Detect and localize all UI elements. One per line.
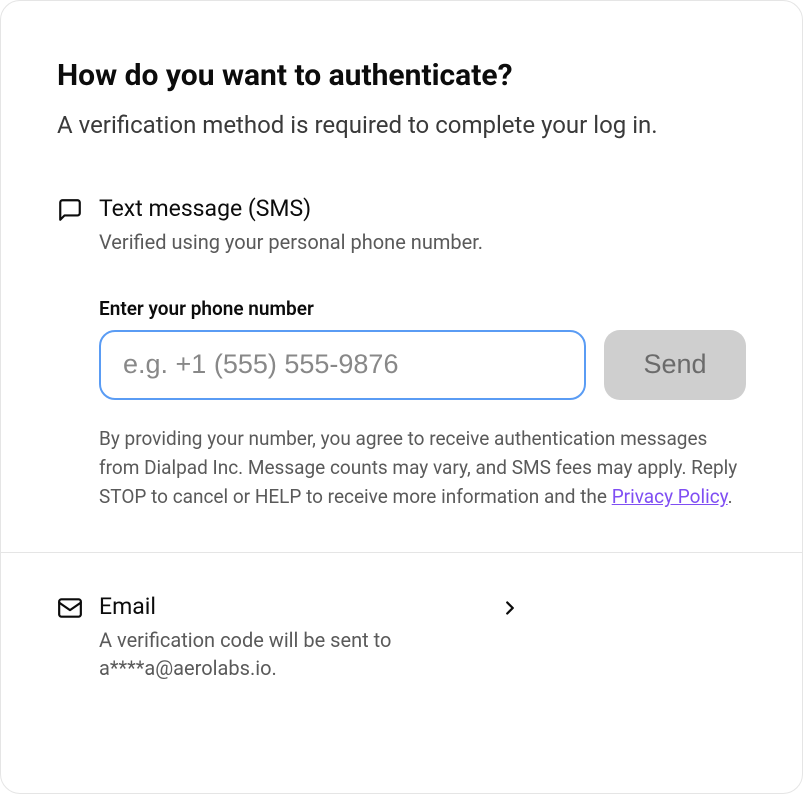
divider bbox=[1, 552, 802, 553]
privacy-policy-link[interactable]: Privacy Policy bbox=[612, 485, 728, 508]
mail-icon bbox=[57, 593, 99, 625]
sms-option-description: Verified using your personal phone numbe… bbox=[99, 228, 746, 257]
email-option-title: Email bbox=[99, 593, 499, 620]
email-option-description: A verification code will be sent to a***… bbox=[99, 626, 499, 682]
email-option[interactable]: Email A verification code will be sent t… bbox=[57, 593, 746, 682]
sms-option: Text message (SMS) Verified using your p… bbox=[57, 195, 746, 512]
send-button[interactable]: Send bbox=[604, 330, 746, 400]
auth-method-card: How do you want to authenticate? A verif… bbox=[0, 0, 803, 794]
page-subtitle: A verification method is required to com… bbox=[57, 107, 746, 143]
page-title: How do you want to authenticate? bbox=[57, 57, 746, 95]
disclaimer-text-suffix: . bbox=[728, 485, 733, 508]
sms-disclaimer: By providing your number, you agree to r… bbox=[99, 424, 746, 512]
chevron-right-icon bbox=[499, 593, 521, 619]
message-icon bbox=[57, 195, 99, 227]
phone-input[interactable] bbox=[99, 330, 586, 400]
sms-option-title: Text message (SMS) bbox=[99, 195, 746, 222]
phone-input-label: Enter your phone number bbox=[99, 297, 746, 320]
